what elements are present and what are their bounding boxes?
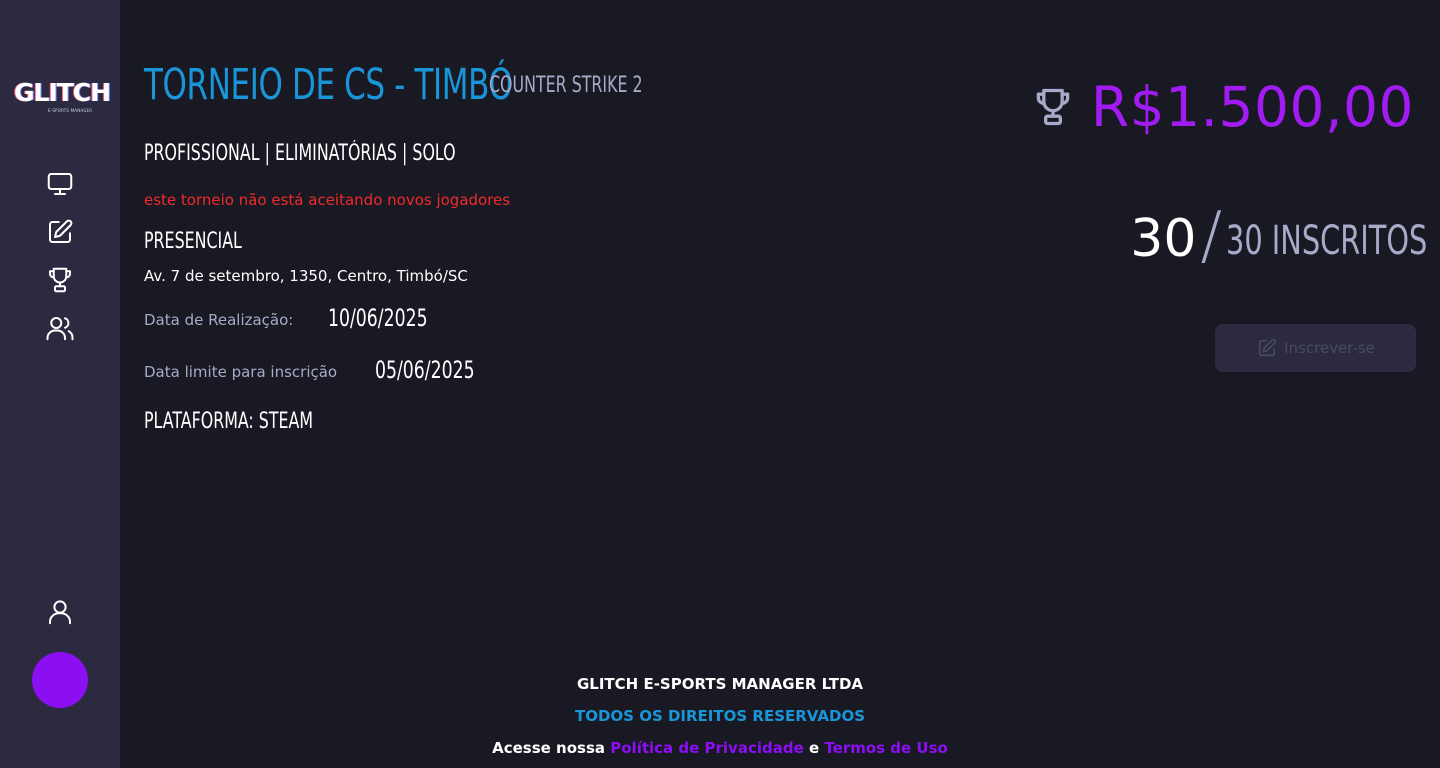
users-icon[interactable] (44, 312, 76, 344)
trophy-icon[interactable] (44, 264, 76, 296)
sidebar: GLITCH E-SPORTS MANAGER (0, 0, 120, 768)
prize-section: R$1.500,00 (1031, 76, 1414, 138)
count-separator: / (1200, 199, 1222, 273)
logo-text: GLITCH (14, 78, 111, 107)
deadline-label: Data limite para inscrição (144, 363, 338, 381)
footer-and: e (808, 739, 820, 757)
enroll-button-label: Inscrever-se (1284, 339, 1375, 357)
registration-closed-warning: este torneio não está aceitando novos jo… (144, 191, 511, 209)
tournament-mode: PRESENCIAL (144, 229, 242, 254)
tournament-tags: PROFISSIONAL | ELIMINATÓRIAS | SOLO (144, 141, 456, 166)
edit-icon (1258, 338, 1277, 357)
tournament-address: Av. 7 de setembro, 1350, Centro, Timbó/S… (144, 267, 468, 285)
date-label: Data de Realização: (144, 311, 294, 329)
date-value: 10/06/2025 (328, 304, 428, 332)
footer-company: GLITCH E-SPORTS MANAGER LTDA (576, 675, 864, 693)
footer-links: Acesse nossa Política de Privacidade e T… (120, 738, 1320, 758)
tournament-platform: PLATAFORMA: STEAM (144, 409, 314, 434)
deadline-value: 05/06/2025 (375, 356, 475, 384)
footer-rights: TODOS OS DIREITOS RESERVADOS (574, 707, 865, 725)
terms-of-use-link[interactable]: Termos de Uso (824, 739, 947, 757)
registered-count: 30 (1130, 209, 1197, 269)
logo-subtext: E-SPORTS MANAGER (48, 108, 93, 113)
capacity-count: 30 INSCRITOS (1226, 218, 1428, 264)
monitor-icon[interactable] (44, 168, 76, 200)
glitch-logo[interactable]: GLITCH E-SPORTS MANAGER (14, 78, 111, 116)
registration-count: 30 / 30 INSCRITOS (1130, 198, 1428, 274)
footer-access-prefix: Acesse nossa (492, 739, 606, 757)
enroll-button[interactable]: Inscrever-se (1215, 324, 1416, 372)
privacy-policy-link[interactable]: Política de Privacidade (610, 739, 804, 757)
prize-trophy-icon (1036, 88, 1070, 126)
game-name: COUNTER STRIKE 2 (489, 73, 643, 98)
edit-icon[interactable] (44, 216, 76, 248)
prize-amount: R$1.500,00 (1090, 75, 1414, 139)
user-icon[interactable] (44, 596, 76, 628)
avatar[interactable] (32, 652, 88, 708)
